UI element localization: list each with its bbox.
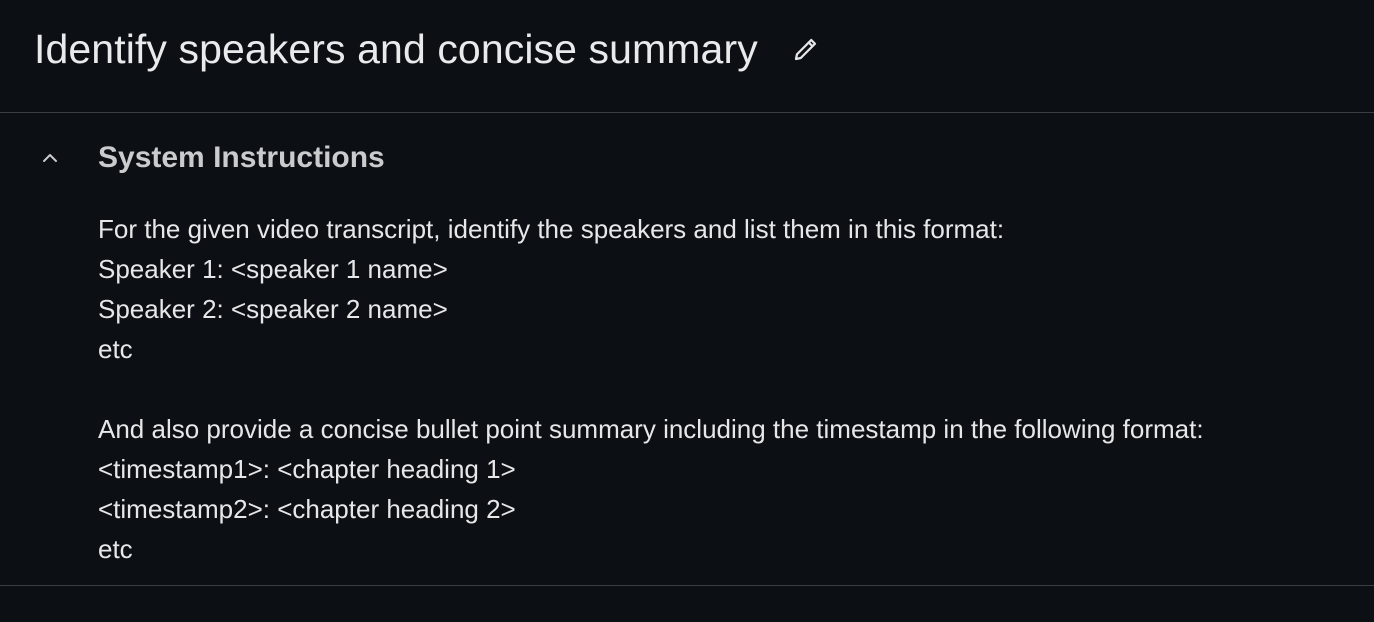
chevron-up-icon — [43, 154, 57, 162]
collapse-toggle-button[interactable] — [36, 144, 64, 172]
pencil-icon — [794, 38, 816, 61]
prompt-title: Identify speakers and concise summary — [34, 25, 758, 72]
system-instructions-panel: System Instructions For the given video … — [0, 113, 1374, 586]
system-instructions-label: System Instructions — [98, 141, 385, 174]
prompt-page: Identify speakers and concise summary Sy… — [0, 0, 1374, 622]
system-instructions-header[interactable]: System Instructions — [0, 113, 1374, 203]
prompt-header: Identify speakers and concise summary — [0, 0, 1374, 113]
system-instructions-text[interactable]: For the given video transcript, identify… — [98, 209, 1358, 569]
edit-title-button[interactable] — [788, 31, 824, 67]
